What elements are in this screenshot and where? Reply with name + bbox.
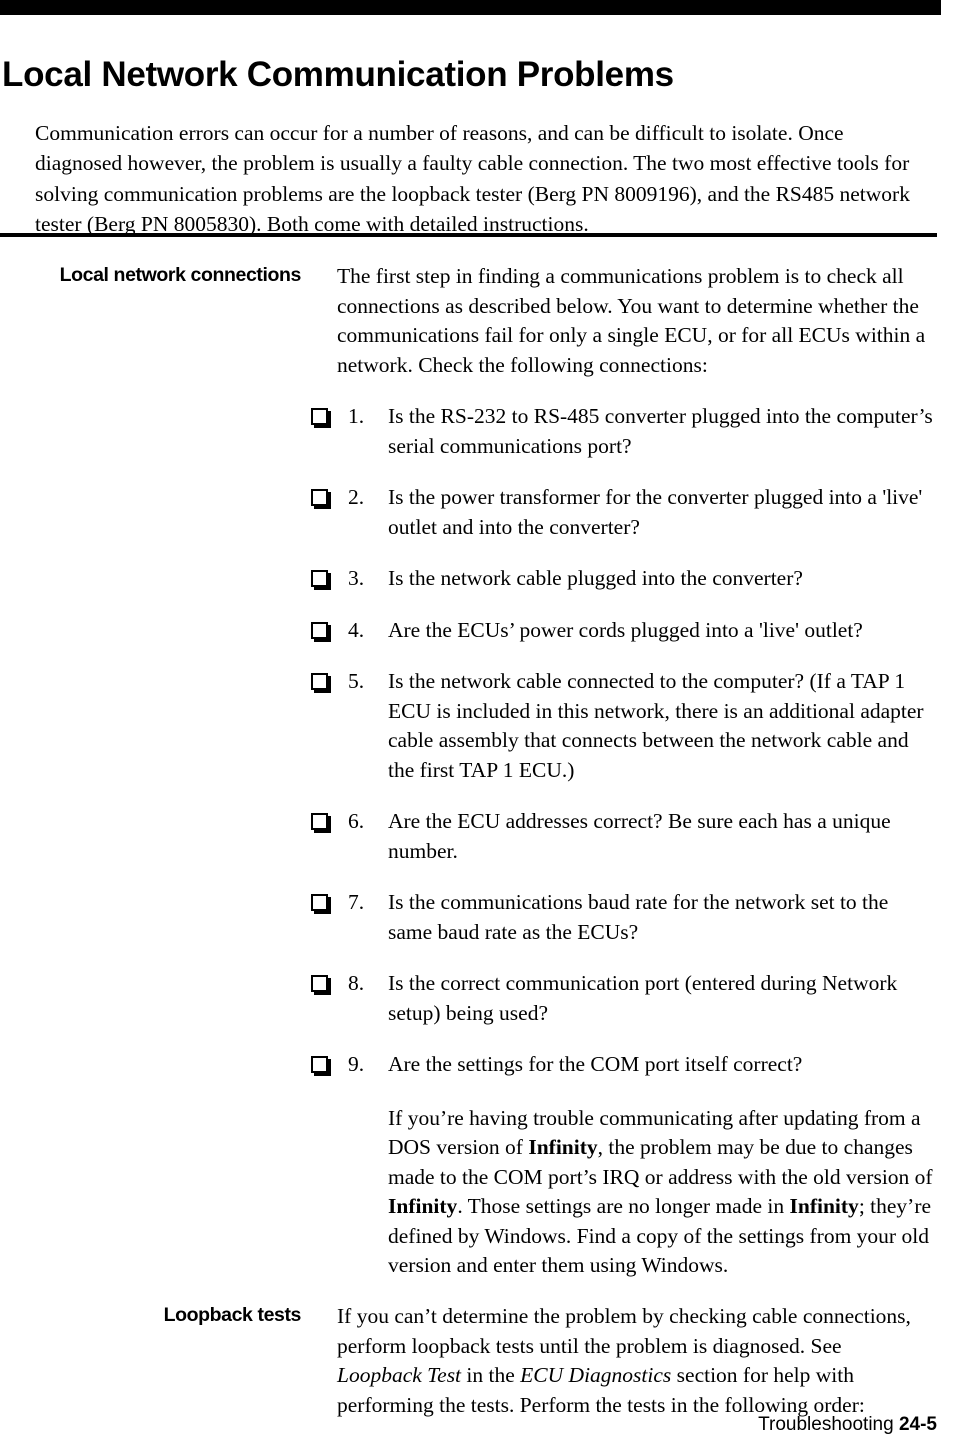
page-footer: Troubleshooting 24-5 — [0, 1413, 937, 1437]
list-item-number: 6. — [348, 809, 365, 833]
list-item: 7. Is the communications baud rate for t… — [311, 888, 937, 947]
header-black-band — [0, 0, 941, 15]
list-item-text: Is the network cable connected to the co… — [388, 669, 924, 782]
list-item: 5. Is the network cable connected to the… — [311, 667, 937, 785]
list-item: 1. Is the RS-232 to RS-485 converter plu… — [311, 402, 937, 461]
checkbox-icon[interactable] — [311, 489, 328, 506]
loopback-reference-loopback-test: Loopback Test — [337, 1363, 462, 1387]
loopback-reference-ecu-diagnostics: ECU Diagnostics — [520, 1363, 672, 1387]
checkbox-icon[interactable] — [311, 813, 328, 830]
list-item: 2. Is the power transformer for the conv… — [311, 483, 937, 542]
list-item-text: Is the RS-232 to RS-485 converter plugge… — [388, 404, 933, 458]
list-item-text: Is the correct communication port (enter… — [388, 971, 898, 1025]
list-item-number: 1. — [348, 404, 365, 428]
note-emphasis-infinity-2: Infinity — [388, 1194, 458, 1218]
checkbox-icon[interactable] — [311, 1056, 328, 1073]
checkbox-icon[interactable] — [311, 673, 328, 690]
list-item: 9. Are the settings for the COM port its… — [311, 1050, 937, 1080]
footer-section-name: Troubleshooting — [758, 1414, 899, 1435]
section-loopback-tests: Loopback tests If you can’t determine th… — [0, 1302, 974, 1420]
list-item: 6. Are the ECU addresses correct? Be sur… — [311, 807, 937, 866]
section-local-network-connections: Local network connections The first step… — [0, 262, 974, 1281]
list-item: 4. Are the ECUs’ power cords plugged int… — [311, 616, 937, 646]
list-item-text: Are the settings for the COM port itself… — [388, 1052, 803, 1076]
footer-page-number: 24-5 — [898, 1414, 937, 1435]
section-label-loopback-tests: Loopback tests — [163, 1304, 302, 1326]
loopback-text-part-2: in the — [461, 1363, 521, 1387]
intro-paragraph: Communication errors can occur for a num… — [35, 120, 910, 237]
loopback-text-part-1: If you can’t determine the problem by ch… — [337, 1304, 911, 1358]
note-emphasis-infinity-1: Infinity — [528, 1135, 598, 1159]
loopback-tests-paragraph: If you can’t determine the problem by ch… — [337, 1302, 922, 1420]
list-item-number: 2. — [348, 485, 365, 509]
section-label-local-network-connections: Local network connections — [59, 264, 302, 286]
list-item-text: Is the power transformer for the convert… — [388, 485, 923, 539]
header-divider-rule — [0, 233, 937, 237]
page-title: Local Network Communication Problems — [2, 55, 674, 95]
list-item: 3. Is the network cable plugged into the… — [311, 564, 937, 594]
checkbox-icon[interactable] — [311, 894, 328, 911]
list-item-text: Is the communications baud rate for the … — [388, 890, 889, 944]
list-item-number: 7. — [348, 890, 365, 914]
checkbox-icon[interactable] — [311, 408, 328, 425]
section-intro-paragraph: The first step in finding a communicatio… — [337, 264, 926, 377]
list-item-number: 3. — [348, 566, 365, 590]
list-item-text: Is the network cable plugged into the co… — [388, 566, 803, 590]
section-content-local-network-connections: The first step in finding a communicatio… — [311, 262, 937, 1281]
list-item-number: 4. — [348, 617, 365, 642]
note-emphasis-infinity-3: Infinity — [789, 1194, 859, 1218]
list-item-number: 5. — [348, 669, 365, 693]
list-item-text: Are the ECUs’ power cords plugged into a… — [388, 617, 863, 642]
checkbox-icon[interactable] — [311, 621, 328, 639]
list-item-number: 8. — [348, 971, 365, 995]
checklist-local-network-connections: 1. Is the RS-232 to RS-485 converter plu… — [311, 402, 937, 1080]
infinity-note-paragraph: If you’re having trouble communicating a… — [388, 1104, 933, 1281]
section-content-loopback-tests: If you can’t determine the problem by ch… — [337, 1302, 937, 1420]
note-text-part-3: . Those settings are no longer made in — [457, 1194, 790, 1218]
checkbox-icon[interactable] — [311, 570, 328, 587]
list-item: 8. Is the correct communication port (en… — [311, 969, 937, 1028]
list-item-number: 9. — [348, 1052, 365, 1076]
checkbox-icon[interactable] — [311, 975, 328, 992]
list-item-text: Are the ECU addresses correct? Be sure e… — [388, 809, 891, 863]
document-body: Local network connections The first step… — [0, 262, 974, 1420]
